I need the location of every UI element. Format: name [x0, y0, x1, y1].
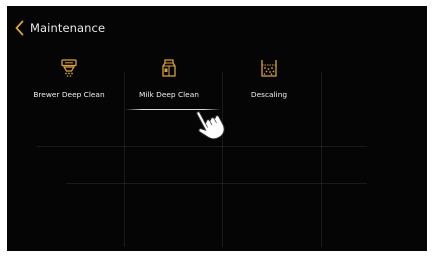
grid-line-horizontal: [67, 183, 367, 184]
page-title: Maintenance: [30, 21, 106, 35]
chevron-left-icon: [15, 20, 24, 36]
brewer-deep-clean-button[interactable]: Brewer Deep Clean: [21, 48, 117, 112]
back-button[interactable]: Maintenance: [15, 17, 105, 39]
descaling-icon: [257, 56, 281, 80]
tile-label: Brewer Deep Clean: [33, 90, 105, 99]
milk-carton-icon: [157, 56, 181, 80]
tile-label: Milk Deep Clean: [139, 90, 199, 99]
hand-pointer-icon: [190, 103, 234, 147]
brewer-icon: [57, 56, 81, 80]
maintenance-screen: Maintenance Brewer Deep Clean Milk Deep …: [7, 6, 427, 251]
tile-label: Descaling: [250, 90, 288, 99]
grid-line-vertical: [321, 72, 322, 247]
descaling-button[interactable]: Descaling: [221, 48, 317, 112]
